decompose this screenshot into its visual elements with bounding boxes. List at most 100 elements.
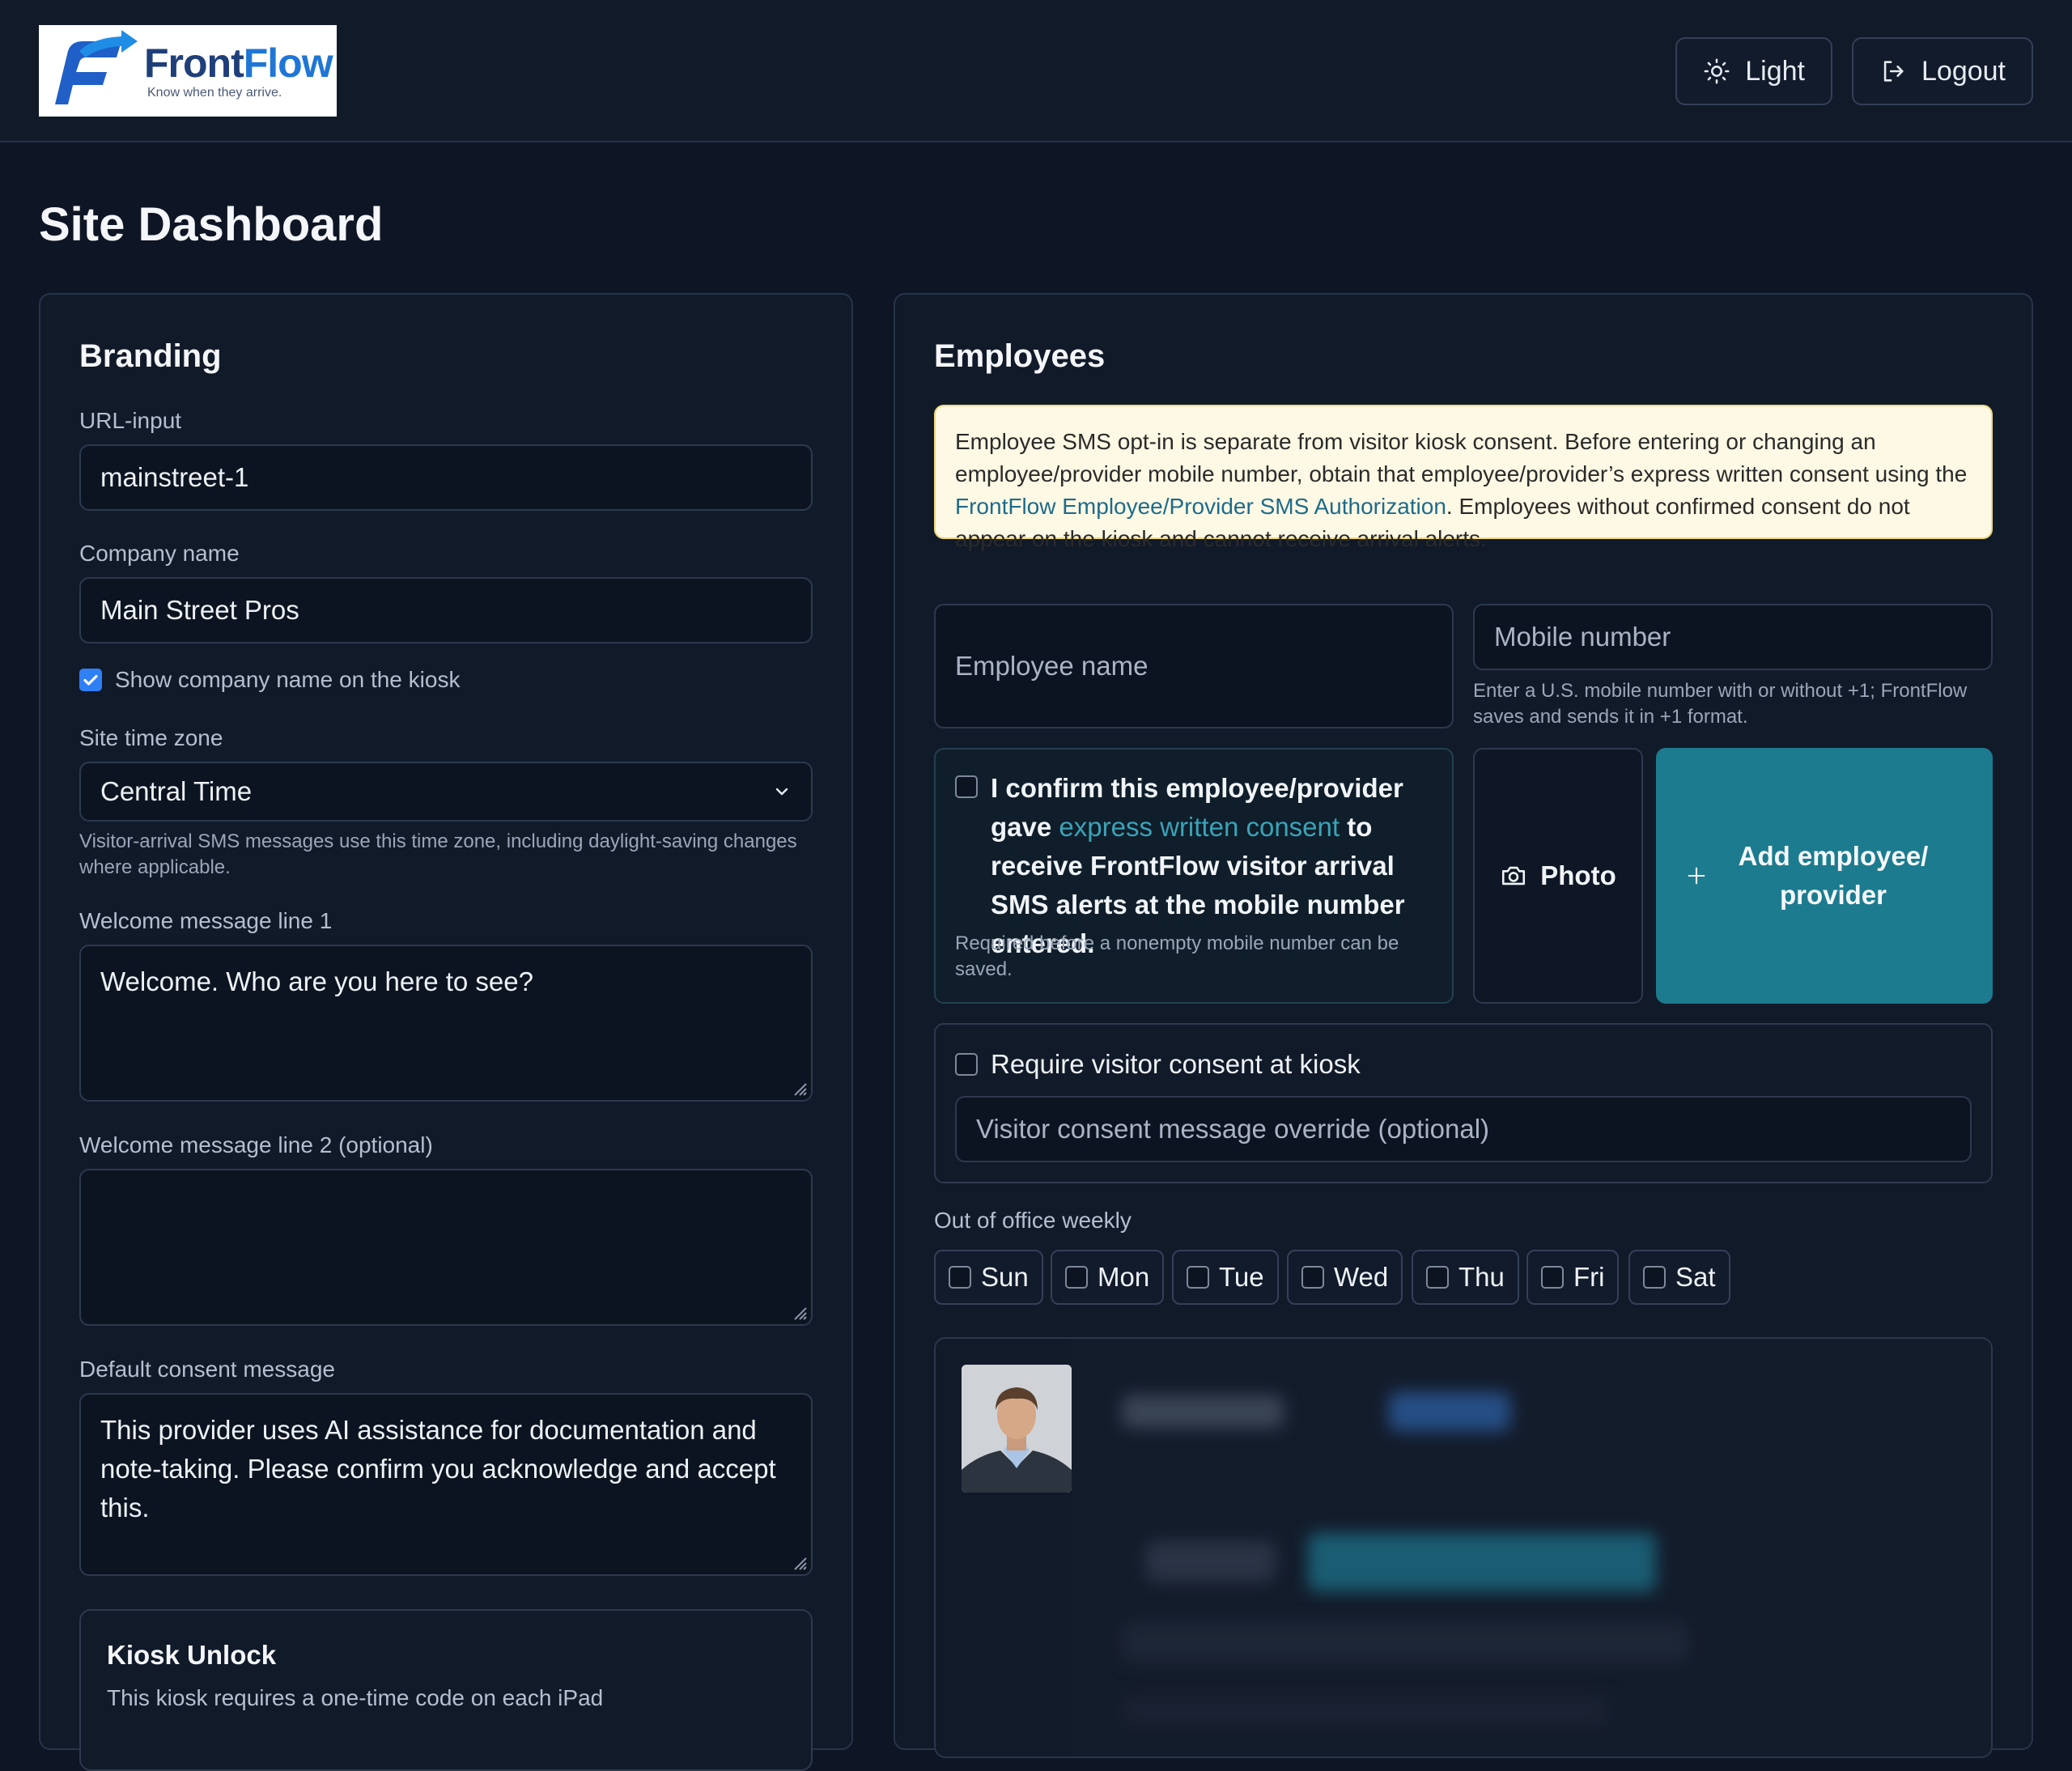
day-label: Fri [1573, 1262, 1605, 1292]
consent-override-input[interactable]: Visitor consent message override (option… [955, 1096, 1972, 1162]
logo-text: FrontFlow Know when they arrive. [144, 42, 333, 100]
logout-label: Logout [1921, 55, 2006, 87]
out-of-office-label: Out of office weekly [934, 1208, 1132, 1233]
show-company-checkbox[interactable] [79, 669, 102, 691]
company-name-value: Main Street Pros [100, 595, 299, 625]
employee-name-placeholder: Employee name [955, 651, 1149, 681]
header-actions: Light Logout [1675, 37, 2033, 105]
require-consent-label: Require visitor consent at kiosk [991, 1049, 1361, 1079]
default-consent-textarea[interactable]: This provider uses AI assistance for doc… [79, 1393, 813, 1576]
welcome2-textarea[interactable] [79, 1169, 813, 1326]
sun-icon [1704, 58, 1730, 84]
mobile-number-placeholder: Mobile number [1494, 622, 1671, 652]
day-label: Thu [1458, 1262, 1505, 1292]
company-name-label: Company name [79, 541, 240, 566]
day-checkbox[interactable] [1426, 1266, 1449, 1289]
branding-card: Branding URL-input mainstreet-1 Company … [39, 293, 853, 1771]
resize-handle-icon[interactable] [790, 1553, 808, 1571]
timezone-select[interactable]: Central Time [79, 762, 813, 822]
page-title: Site Dashboard [39, 198, 384, 251]
blurred-name [1122, 1395, 1284, 1428]
require-consent-row[interactable]: Require visitor consent at kiosk [955, 1049, 1361, 1080]
resize-handle-icon[interactable] [790, 1079, 808, 1097]
url-label: URL-input [79, 408, 182, 433]
mobile-number-input[interactable]: Mobile number [1473, 604, 1993, 670]
blurred-row [1122, 1695, 1607, 1727]
day-toggle-thu[interactable]: Thu [1412, 1250, 1519, 1305]
blurred-field [1146, 1541, 1276, 1582]
day-toggle-sun[interactable]: Sun [934, 1250, 1043, 1305]
branding-title: Branding [79, 338, 222, 374]
sms-consent-helper: Required before a nonempty mobile number… [955, 932, 1399, 980]
employees-card: Employees Employee SMS opt-in is separat… [894, 293, 2033, 1758]
logo-word-front: Front [144, 40, 244, 86]
welcome1-textarea[interactable]: Welcome. Who are you here to see? [79, 945, 813, 1102]
consent-override-placeholder: Visitor consent message override (option… [976, 1114, 1490, 1144]
theme-toggle-label: Light [1745, 55, 1805, 87]
logout-button[interactable]: Logout [1852, 37, 2033, 105]
require-consent-checkbox[interactable] [955, 1053, 978, 1076]
show-company-label: Show company name on the kiosk [115, 667, 461, 692]
day-label: Mon [1098, 1262, 1150, 1292]
sms-consent-checkbox[interactable] [955, 775, 978, 798]
day-checkbox[interactable] [1187, 1266, 1209, 1289]
kiosk-unlock-panel: Kiosk Unlock This kiosk requires a one-t… [79, 1609, 813, 1771]
employee-list-item [934, 1337, 1993, 1758]
photo-button-label: Photo [1540, 860, 1616, 890]
day-toggle-mon[interactable]: Mon [1051, 1250, 1165, 1305]
timezone-value: Central Time [100, 776, 253, 806]
kiosk-unlock-text: This kiosk requires a one-time code on e… [107, 1685, 604, 1710]
timezone-label: Site time zone [79, 725, 223, 750]
visitor-consent-box: Require visitor consent at kiosk Visitor… [934, 1023, 1993, 1183]
default-consent-value: This provider uses AI assistance for doc… [100, 1415, 776, 1523]
day-label: Wed [1334, 1262, 1389, 1292]
logo-word-flow: Flow [243, 40, 333, 86]
url-input-value: mainstreet-1 [100, 462, 249, 492]
frontflow-logo[interactable]: FrontFlow Know when they arrive. [39, 25, 337, 117]
blurred-badge [1389, 1392, 1510, 1431]
check-icon [83, 674, 98, 686]
day-label: Sat [1675, 1262, 1716, 1292]
day-checkbox[interactable] [949, 1266, 971, 1289]
plus-icon [1688, 867, 1705, 885]
logout-icon [1883, 61, 1904, 82]
chevron-down-icon [775, 788, 788, 796]
welcome1-label: Welcome message line 1 [79, 908, 333, 933]
day-checkbox[interactable] [1643, 1266, 1666, 1289]
default-consent-label: Default consent message [79, 1357, 335, 1382]
express-written-consent-link[interactable]: express written consent [1059, 812, 1340, 842]
resize-handle-icon[interactable] [790, 1303, 808, 1321]
camera-icon [1502, 866, 1526, 886]
sms-opt-in-notice: Employee SMS opt-in is separate from vis… [934, 405, 1993, 551]
sms-consent-confirm-box: I confirm this employee/provider gave ex… [934, 748, 1454, 1004]
employee-photo-icon [962, 1365, 1072, 1493]
day-checkbox[interactable] [1065, 1266, 1088, 1289]
day-checkbox[interactable] [1541, 1266, 1564, 1289]
add-employee-label: Add employee/ provider [1738, 841, 1929, 910]
employees-title: Employees [934, 338, 1106, 374]
mobile-number-helper: Enter a U.S. mobile number with or witho… [1473, 680, 1968, 728]
photo-button[interactable]: Photo [1473, 748, 1643, 1004]
blurred-button [1308, 1533, 1656, 1591]
add-employee-button[interactable]: Add employee/ provider [1656, 748, 1993, 1004]
logo-mark-icon [55, 29, 138, 104]
day-toggle-fri[interactable]: Fri [1526, 1250, 1620, 1305]
employee-name-input[interactable]: Employee name [934, 604, 1454, 728]
day-toggle-wed[interactable]: Wed [1287, 1250, 1403, 1305]
employee-avatar[interactable] [962, 1365, 1072, 1493]
top-bar: FrontFlow Know when they arrive. Light L… [0, 0, 2072, 142]
url-input[interactable]: mainstreet-1 [79, 444, 813, 511]
logo-tagline: Know when they arrive. [147, 85, 282, 100]
company-name-input[interactable]: Main Street Pros [79, 577, 813, 643]
day-label: Tue [1219, 1262, 1264, 1292]
day-label: Sun [981, 1262, 1029, 1292]
sms-authorization-link[interactable]: FrontFlow Employee/Provider SMS Authoriz… [955, 494, 1446, 519]
timezone-helper: Visitor-arrival SMS messages use this ti… [79, 830, 797, 878]
show-company-row[interactable]: Show company name on the kiosk [79, 667, 460, 693]
notice-text-1: Employee SMS opt-in is separate from vis… [955, 429, 1968, 486]
day-toggle-sat[interactable]: Sat [1628, 1250, 1730, 1305]
day-toggle-tue[interactable]: Tue [1172, 1250, 1279, 1305]
day-checkbox[interactable] [1301, 1266, 1324, 1289]
theme-toggle-button[interactable]: Light [1675, 37, 1832, 105]
logo-wordmark: FrontFlow [144, 42, 333, 84]
